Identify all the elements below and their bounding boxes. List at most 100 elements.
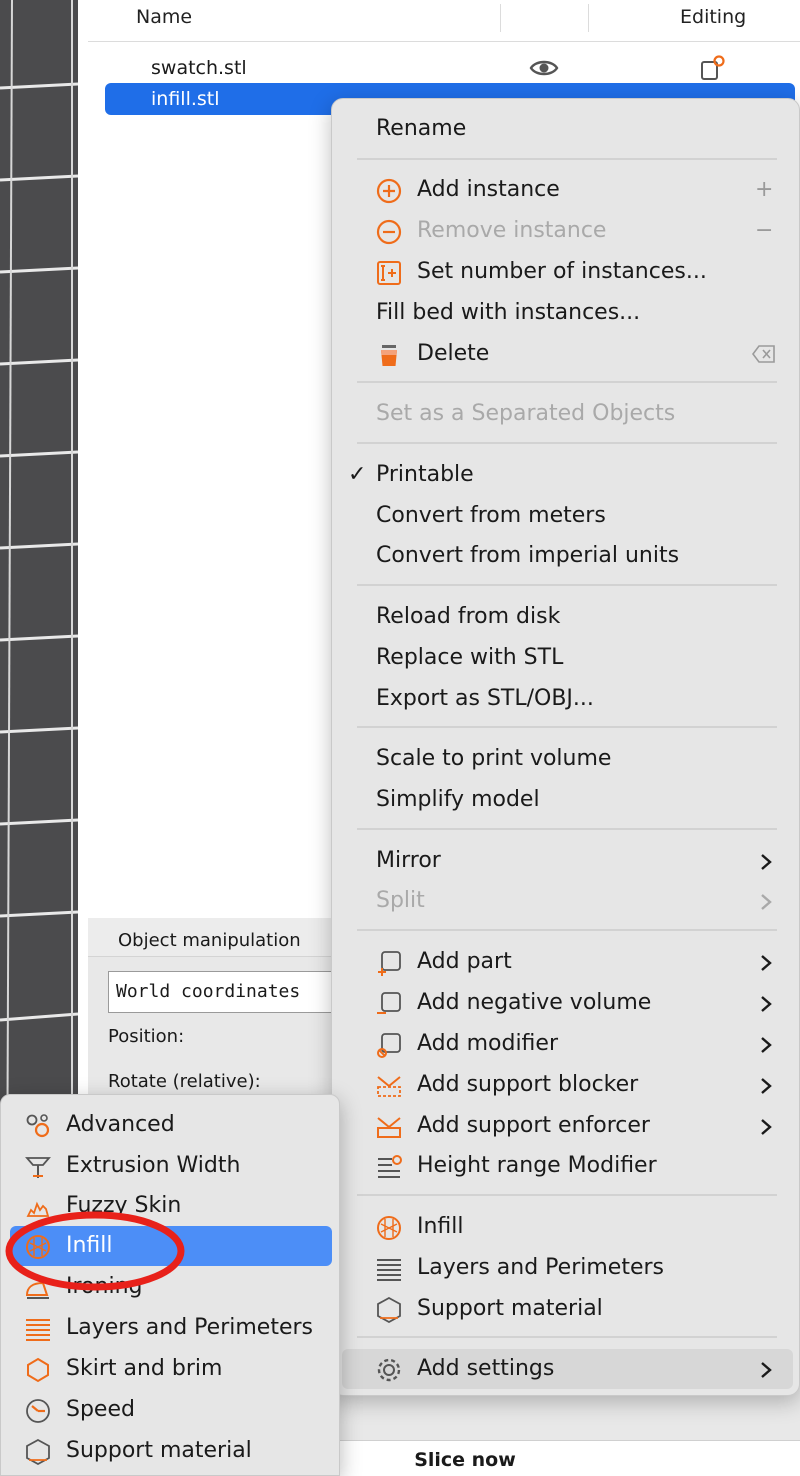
skirt-brim-icon bbox=[27, 1357, 49, 1383]
menu-divider bbox=[357, 1194, 777, 1196]
visibility-eye-icon[interactable] bbox=[529, 56, 559, 80]
gear-icon bbox=[377, 1358, 401, 1382]
menu-item-label: Layers and Perimeters bbox=[417, 1255, 664, 1280]
submenu-item-label: Layers and Perimeters bbox=[66, 1315, 313, 1340]
menu-item-support-material[interactable]: Support material bbox=[332, 1289, 800, 1329]
menu-item-label: Fill bed with instances... bbox=[376, 300, 641, 325]
menu-item-layers-perimeters[interactable]: Layers and Perimeters bbox=[332, 1248, 800, 1288]
menu-item-label: Set number of instances... bbox=[417, 259, 707, 284]
coordinates-select[interactable]: World coordinates bbox=[108, 971, 368, 1013]
menu-item-label: Convert from imperial units bbox=[376, 543, 680, 568]
menu-item-scale-to-print-volume[interactable]: Scale to print volume bbox=[332, 739, 800, 779]
chevron-right-icon bbox=[761, 1078, 772, 1094]
menu-item-replace-with-stl[interactable]: Replace with STL bbox=[332, 638, 800, 678]
menu-item-label: Add support enforcer bbox=[417, 1113, 650, 1138]
submenu-item-layers-perimeters[interactable]: Layers and Perimeters bbox=[1, 1308, 341, 1348]
menu-divider bbox=[357, 1336, 777, 1338]
menu-item-label: Reload from disk bbox=[376, 604, 561, 629]
menu-divider bbox=[357, 381, 777, 383]
menu-item-add-modifier[interactable]: Add modifier bbox=[332, 1024, 800, 1064]
chevron-right-icon bbox=[761, 955, 772, 971]
submenu-item-label: Extrusion Width bbox=[66, 1153, 241, 1178]
submenu-item-label: Skirt and brim bbox=[66, 1356, 223, 1381]
column-name[interactable]: Name bbox=[136, 6, 192, 28]
menu-item-add-settings[interactable]: Add settings bbox=[342, 1349, 793, 1389]
menu-item-label: Add support blocker bbox=[417, 1072, 639, 1097]
rotate-label: Rotate (relative): bbox=[108, 1071, 261, 1092]
column-editing[interactable]: Editing bbox=[680, 6, 746, 28]
submenu-item-advanced[interactable]: Advanced bbox=[1, 1105, 341, 1145]
submenu-item-label: Advanced bbox=[66, 1112, 175, 1137]
submenu-item-skirt-brim[interactable]: Skirt and brim bbox=[1, 1349, 341, 1389]
menu-item-add-part[interactable]: Add part bbox=[332, 942, 800, 982]
negative-volume-icon bbox=[377, 992, 401, 1014]
menu-item-label: Delete bbox=[417, 341, 490, 366]
chevron-right-icon bbox=[761, 894, 772, 910]
menu-item-export-stl-obj[interactable]: Export as STL/OBJ... bbox=[332, 679, 800, 719]
submenu-item-support-material[interactable]: Support material bbox=[1, 1431, 341, 1471]
menu-item-printable[interactable]: ✓ Printable bbox=[332, 455, 800, 495]
menu-item-set-separated[interactable]: Set as a Separated Objects bbox=[332, 394, 800, 434]
menu-item-label: Add part bbox=[417, 949, 512, 974]
menu-item-label: Mirror bbox=[376, 848, 441, 873]
menu-item-infill[interactable]: Infill bbox=[332, 1207, 800, 1247]
menu-item-fill-bed[interactable]: Fill bed with instances... bbox=[332, 293, 800, 333]
submenu-item-label: Support material bbox=[66, 1438, 252, 1463]
menu-item-add-support-enforcer[interactable]: Add support enforcer bbox=[332, 1106, 800, 1146]
object-manipulation-title: Object manipulation bbox=[118, 930, 301, 951]
support-blocker-icon bbox=[377, 1076, 401, 1097]
submenu-item-extrusion-width[interactable]: Extrusion Width bbox=[1, 1146, 341, 1186]
menu-item-label: Add negative volume bbox=[417, 990, 652, 1015]
menu-divider bbox=[357, 158, 777, 160]
menu-item-label: Printable bbox=[376, 462, 474, 487]
menu-item-label: Simplify model bbox=[376, 787, 540, 812]
plus-circle-icon bbox=[376, 178, 402, 204]
menu-item-rename[interactable]: Rename bbox=[332, 109, 800, 149]
column-separator bbox=[500, 4, 501, 32]
menu-item-label: Split bbox=[376, 888, 425, 913]
extrusion-width-icon bbox=[25, 1157, 51, 1178]
menu-divider bbox=[357, 828, 777, 830]
slice-now-button[interactable]: Slice now bbox=[340, 1449, 590, 1471]
editing-settings-icon[interactable] bbox=[699, 54, 727, 82]
add-part-icon bbox=[378, 951, 401, 976]
menu-item-label: Rename bbox=[376, 116, 467, 141]
support-material-icon bbox=[26, 1439, 50, 1465]
column-separator bbox=[588, 4, 589, 32]
menu-item-remove-instance[interactable]: Remove instance − bbox=[332, 211, 800, 251]
position-label: Position: bbox=[108, 1026, 185, 1047]
menu-item-set-number-of-instances[interactable]: Set number of instances... bbox=[332, 252, 800, 292]
support-material-icon bbox=[377, 1297, 401, 1323]
menu-divider bbox=[357, 584, 777, 586]
menu-item-reload-from-disk[interactable]: Reload from disk bbox=[332, 597, 800, 637]
menu-item-label: Support material bbox=[417, 1296, 603, 1321]
menu-divider bbox=[357, 929, 777, 931]
menu-divider bbox=[357, 726, 777, 728]
layers-icon bbox=[377, 1259, 401, 1281]
slice-bar: Slice now bbox=[340, 1440, 800, 1476]
annotation-red-ellipse bbox=[5, 1211, 185, 1291]
set-instances-icon bbox=[377, 261, 401, 285]
object-row-swatch[interactable]: swatch.stl bbox=[105, 52, 795, 84]
chevron-right-icon bbox=[761, 1119, 772, 1135]
submenu-item-speed[interactable]: Speed bbox=[1, 1390, 341, 1430]
menu-item-add-instance[interactable]: Add instance + bbox=[332, 170, 800, 210]
checkmark-icon: ✓ bbox=[348, 462, 367, 487]
menu-item-label: Convert from meters bbox=[376, 503, 606, 528]
object-name: infill.stl bbox=[151, 88, 220, 110]
menu-item-add-support-blocker[interactable]: Add support blocker bbox=[332, 1065, 800, 1105]
menu-item-label: Add instance bbox=[417, 177, 560, 202]
context-menu: Rename Add instance + Remove instance − … bbox=[331, 98, 800, 1396]
menu-item-simplify-model[interactable]: Simplify model bbox=[332, 780, 800, 820]
menu-item-convert-imperial[interactable]: Convert from imperial units bbox=[332, 536, 800, 576]
menu-item-delete[interactable]: Delete bbox=[332, 334, 800, 374]
menu-item-label: Height range Modifier bbox=[417, 1153, 657, 1178]
menu-item-split[interactable]: Split bbox=[332, 881, 800, 921]
menu-item-label: Add settings bbox=[417, 1356, 555, 1381]
menu-item-height-range-modifier[interactable]: Height range Modifier bbox=[332, 1146, 800, 1186]
menu-item-label: Add modifier bbox=[417, 1031, 558, 1056]
menu-item-label: Infill bbox=[417, 1214, 464, 1239]
menu-item-add-negative-volume[interactable]: Add negative volume bbox=[332, 983, 800, 1023]
menu-item-convert-meters[interactable]: Convert from meters bbox=[332, 496, 800, 536]
menu-item-mirror[interactable]: Mirror bbox=[332, 841, 800, 881]
